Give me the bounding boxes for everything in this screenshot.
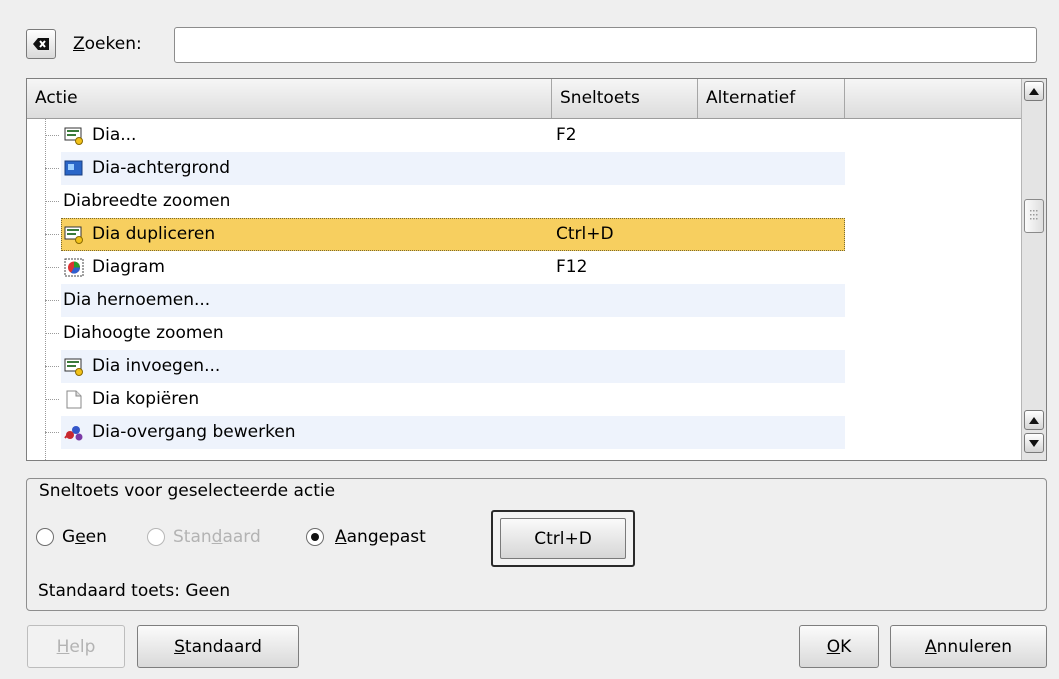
action-label: Diabreedte zoomen: [63, 191, 231, 211]
default-button[interactable]: Standaard: [137, 625, 299, 668]
list-row[interactable]: Dia-achtergrond: [27, 152, 1021, 185]
radio-custom[interactable]: [306, 528, 324, 546]
document-icon: [66, 390, 82, 409]
grip-icon: [1030, 210, 1038, 220]
action-label: Dia-achtergrond: [92, 158, 231, 178]
slide-icon: [64, 127, 83, 145]
column-header-action[interactable]: Actie: [27, 79, 552, 118]
scroll-up-button[interactable]: [1024, 81, 1044, 101]
column-header-alternative[interactable]: Alternatief: [698, 79, 845, 118]
action-label: Dia kopiëren: [92, 389, 200, 409]
list-row[interactable]: Diagram F12: [27, 251, 1021, 284]
radio-none-label[interactable]: Geen: [62, 527, 107, 547]
action-label: Diagram: [92, 257, 165, 277]
shortcut-value: Ctrl+D: [556, 224, 614, 244]
slide-icon: [64, 358, 83, 376]
action-list: Actie Sneltoets Alternatief Dia... F2 Di…: [26, 78, 1047, 461]
shortcut-value: F12: [556, 257, 588, 277]
slide-icon: [64, 226, 83, 244]
radio-none[interactable]: [36, 528, 54, 546]
arrow-up-icon: [1029, 416, 1039, 424]
radio-default: [147, 528, 165, 546]
scroll-up-button-bottom[interactable]: [1024, 410, 1044, 430]
column-header-empty: [845, 79, 1021, 118]
list-row[interactable]: Dia invoegen...: [27, 350, 1021, 383]
search-label: Zoeken:: [73, 34, 142, 54]
arrow-down-icon: [1029, 439, 1039, 447]
shortcut-key-button[interactable]: Ctrl+D: [491, 510, 635, 567]
list-row[interactable]: Diahoogte zoomen: [27, 317, 1021, 350]
list-body: Dia... F2 Dia-achtergrond Diabreedte zoo…: [27, 119, 1021, 460]
shortcut-value: F2: [556, 125, 577, 145]
list-row[interactable]: Diabreedte zoomen: [27, 185, 1021, 218]
action-label: Dia-overgang bewerken: [92, 422, 296, 442]
list-row[interactable]: Dia-overgang bewerken: [27, 416, 1021, 449]
arrow-up-icon: [1029, 87, 1039, 95]
default-key-text: Standaard toets: Geen: [38, 581, 231, 601]
diagram-icon: [64, 258, 84, 277]
action-label: Dia dupliceren: [92, 224, 216, 244]
scroll-down-button[interactable]: [1024, 433, 1044, 453]
list-row[interactable]: Dia kopiëren: [27, 383, 1021, 416]
scroll-thumb[interactable]: [1024, 199, 1044, 233]
ok-button[interactable]: OK: [799, 625, 879, 668]
vertical-scrollbar[interactable]: [1021, 79, 1046, 460]
action-label: Dia invoegen...: [92, 356, 221, 376]
clear-search-button[interactable]: [26, 29, 56, 59]
search-input[interactable]: [174, 27, 1037, 63]
shortcut-key-label: Ctrl+D: [500, 518, 626, 559]
background-icon: [64, 160, 83, 176]
radio-default-label: Standaard: [173, 527, 261, 547]
list-row[interactable]: Dia hernoemen...: [27, 284, 1021, 317]
help-button: Help: [27, 625, 125, 668]
column-header-shortcut[interactable]: Sneltoets: [552, 79, 698, 118]
action-label: Dia...: [92, 125, 137, 145]
list-row-selected[interactable]: Dia dupliceren Ctrl+D: [27, 218, 1021, 251]
action-label: Diahoogte zoomen: [63, 323, 224, 343]
transition-icon: [64, 426, 83, 441]
radio-custom-label[interactable]: Aangepast: [335, 527, 426, 547]
list-row[interactable]: Dia... F2: [27, 119, 1021, 152]
action-label: Dia hernoemen...: [63, 290, 211, 310]
clear-icon: [33, 38, 49, 50]
cancel-button[interactable]: Annuleren: [890, 625, 1047, 668]
list-header: Actie Sneltoets Alternatief: [27, 79, 1021, 119]
groupbox-title: Sneltoets voor geselecteerde actie: [36, 481, 339, 501]
